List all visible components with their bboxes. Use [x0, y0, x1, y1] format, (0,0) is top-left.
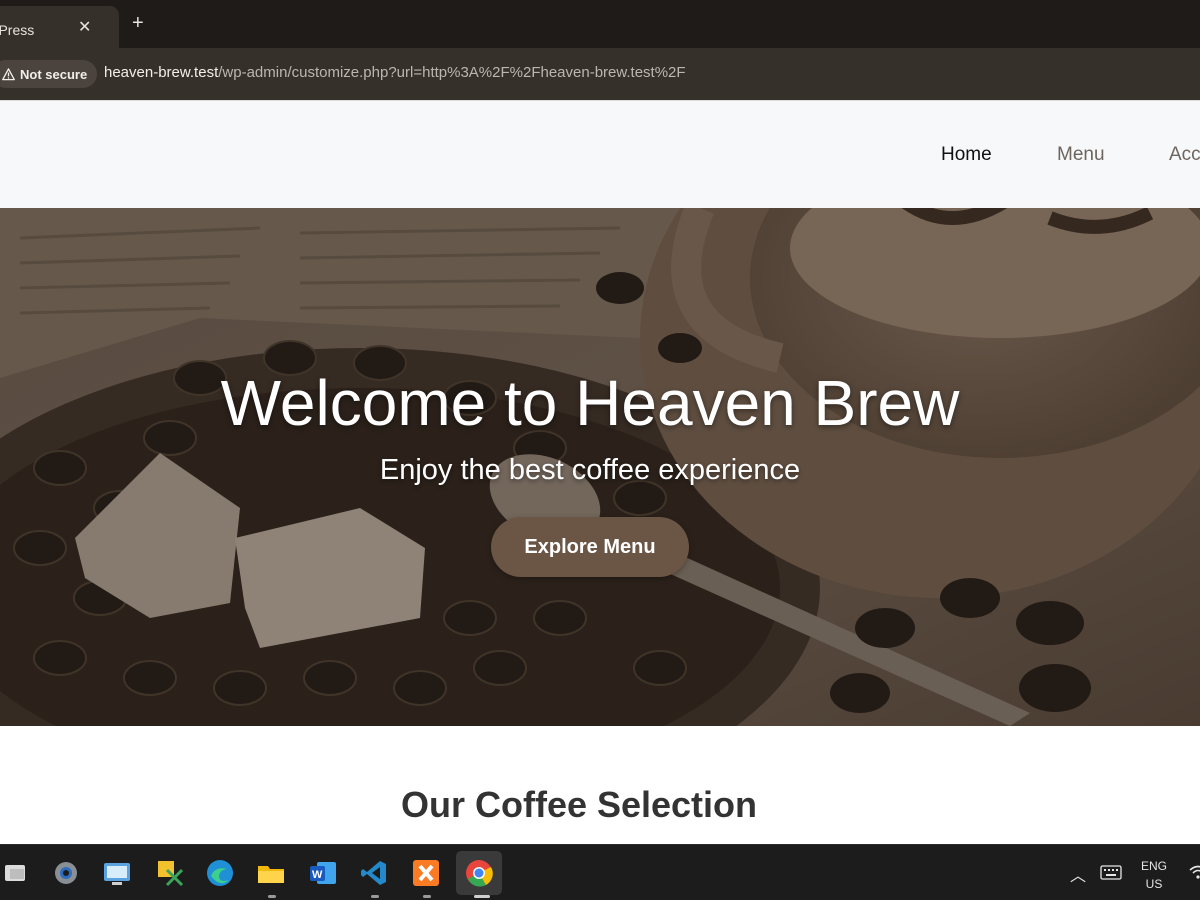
- taskbar: W ︿ ENG US: [0, 844, 1200, 900]
- taskbar-running-indicator: [423, 895, 431, 898]
- tab-title: rdPress: [0, 22, 35, 38]
- remote-desktop-icon[interactable]: [102, 858, 132, 888]
- explore-menu-button[interactable]: Explore Menu: [491, 517, 689, 577]
- language-code: ENG: [1141, 859, 1168, 873]
- snipping-tool-icon[interactable]: [155, 858, 185, 888]
- security-chip[interactable]: Not secure: [0, 60, 98, 88]
- nav-link-account[interactable]: Acc: [1169, 144, 1200, 166]
- tab-close-icon[interactable]: ✕: [78, 18, 91, 38]
- svg-text:W: W: [312, 869, 323, 881]
- task-view-icon[interactable]: [2, 858, 32, 888]
- security-chip-label: Not secure: [20, 66, 88, 82]
- word-icon[interactable]: W: [308, 858, 338, 888]
- address-bar: Not secure heaven-brew.test/wp-admin/cus…: [0, 48, 1200, 100]
- url-host: heaven-brew.test: [104, 64, 219, 81]
- edge-icon[interactable]: [205, 858, 235, 888]
- wifi-icon[interactable]: [1188, 863, 1200, 881]
- url-path: /wp-admin/customize.php?url=http%3A%2F%2…: [218, 64, 686, 81]
- site-header: Home Menu Acc: [0, 100, 1200, 208]
- settings-icon[interactable]: [51, 858, 81, 888]
- language-indicator[interactable]: ENG US: [1141, 857, 1167, 893]
- hero-subtitle: Enjoy the best coffee experience: [379, 454, 801, 486]
- nav-link-menu[interactable]: Menu: [1057, 144, 1105, 166]
- url-field[interactable]: heaven-brew.test/wp-admin/customize.php?…: [104, 64, 686, 81]
- file-explorer-icon[interactable]: [256, 858, 286, 888]
- browser-tab-strip: rdPress ✕ +: [0, 0, 1200, 48]
- hero-title: Welcome to Heaven Brew: [220, 367, 960, 439]
- keyboard-icon[interactable]: [1100, 865, 1122, 880]
- xampp-icon[interactable]: [411, 858, 441, 888]
- section-title: Our Coffee Selection: [400, 784, 758, 825]
- vscode-icon[interactable]: [359, 858, 389, 888]
- tray-chevron-up-icon[interactable]: ︿: [1070, 862, 1086, 886]
- taskbar-running-indicator: [371, 895, 379, 898]
- taskbar-running-indicator: [268, 895, 276, 898]
- browser-tab[interactable]: rdPress ✕: [0, 6, 119, 48]
- chrome-icon[interactable]: [464, 858, 494, 888]
- nav-link-home[interactable]: Home: [941, 144, 992, 166]
- hero-banner: Welcome to Heaven Brew Enjoy the best co…: [0, 208, 1200, 726]
- region-code: US: [1145, 877, 1163, 891]
- warning-icon: [2, 67, 15, 80]
- new-tab-icon[interactable]: +: [132, 11, 144, 35]
- taskbar-active-indicator: [474, 895, 490, 898]
